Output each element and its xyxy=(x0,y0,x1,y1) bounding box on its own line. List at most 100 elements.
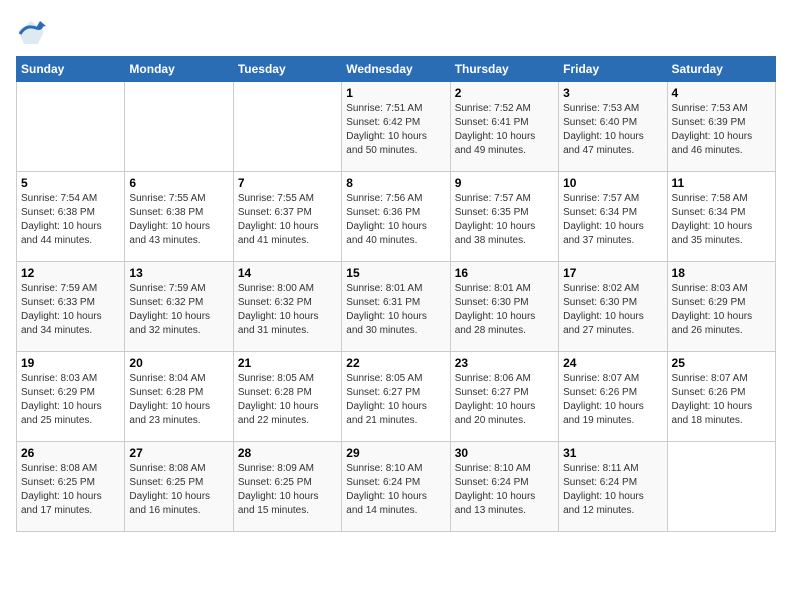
day-number: 10 xyxy=(563,176,662,190)
day-info: Sunrise: 8:08 AM Sunset: 6:25 PM Dayligh… xyxy=(21,462,120,518)
calendar-cell: 23 Sunrise: 8:06 AM Sunset: 6:27 PM Dayli… xyxy=(450,352,558,442)
day-info: Sunrise: 8:07 AM Sunset: 6:26 PM Dayligh… xyxy=(672,372,771,428)
day-number: 14 xyxy=(238,266,337,280)
day-number: 1 xyxy=(346,86,445,100)
day-info: Sunrise: 8:05 AM Sunset: 6:28 PM Dayligh… xyxy=(238,372,337,428)
calendar-cell: 26 Sunrise: 8:08 AM Sunset: 6:25 PM Dayli… xyxy=(17,442,125,532)
calendar-cell: 28Sunrise: 8:09 AM Sunset: 6:25 PM Dayli… xyxy=(233,442,341,532)
day-number: 23 xyxy=(455,356,554,370)
day-number: 13 xyxy=(129,266,228,280)
day-number: 2 xyxy=(455,86,554,100)
day-info: Sunrise: 7:53 AM Sunset: 6:39 PM Dayligh… xyxy=(672,102,771,158)
day-info: Sunrise: 8:10 AM Sunset: 6:24 PM Dayligh… xyxy=(346,462,445,518)
day-info: Sunrise: 7:58 AM Sunset: 6:34 PM Dayligh… xyxy=(672,192,771,248)
day-number: 4 xyxy=(672,86,771,100)
day-number: 25 xyxy=(672,356,771,370)
day-number: 3 xyxy=(563,86,662,100)
day-number: 22 xyxy=(346,356,445,370)
calendar-cell: 13 Sunrise: 7:59 AM Sunset: 6:32 PM Dayli… xyxy=(125,262,233,352)
day-info: Sunrise: 8:03 AM Sunset: 6:29 PM Dayligh… xyxy=(672,282,771,338)
day-number: 29 xyxy=(346,446,445,460)
day-info: Sunrise: 7:51 AM Sunset: 6:42 PM Dayligh… xyxy=(346,102,445,158)
day-number: 20 xyxy=(129,356,228,370)
day-number: 17 xyxy=(563,266,662,280)
calendar-cell xyxy=(233,82,341,172)
day-number: 19 xyxy=(21,356,120,370)
day-number: 31 xyxy=(563,446,662,460)
day-info: Sunrise: 7:55 AM Sunset: 6:37 PM Dayligh… xyxy=(238,192,337,248)
day-info: Sunrise: 7:54 AM Sunset: 6:38 PM Dayligh… xyxy=(21,192,120,248)
calendar-cell: 1 Sunrise: 7:51 AM Sunset: 6:42 PM Daylig… xyxy=(342,82,450,172)
calendar-week-row: 12 Sunrise: 7:59 AM Sunset: 6:33 PM Dayli… xyxy=(17,262,776,352)
day-number: 9 xyxy=(455,176,554,190)
calendar-header: SundayMondayTuesdayWednesdayThursdayFrid… xyxy=(17,57,776,82)
calendar-cell: 19 Sunrise: 8:03 AM Sunset: 6:29 PM Dayli… xyxy=(17,352,125,442)
calendar-cell: 12 Sunrise: 7:59 AM Sunset: 6:33 PM Dayli… xyxy=(17,262,125,352)
day-of-week-header: Monday xyxy=(125,57,233,82)
day-number: 24 xyxy=(563,356,662,370)
day-info: Sunrise: 7:57 AM Sunset: 6:34 PM Dayligh… xyxy=(563,192,662,248)
day-number: 8 xyxy=(346,176,445,190)
day-number: 27 xyxy=(129,446,228,460)
day-number: 30 xyxy=(455,446,554,460)
calendar-cell: 22 Sunrise: 8:05 AM Sunset: 6:27 PM Dayli… xyxy=(342,352,450,442)
day-info: Sunrise: 8:08 AM Sunset: 6:25 PM Dayligh… xyxy=(129,462,228,518)
day-info: Sunrise: 7:56 AM Sunset: 6:36 PM Dayligh… xyxy=(346,192,445,248)
calendar-cell: 6 Sunrise: 7:55 AM Sunset: 6:38 PM Daylig… xyxy=(125,172,233,262)
day-number: 12 xyxy=(21,266,120,280)
calendar-cell: 4 Sunrise: 7:53 AM Sunset: 6:39 PM Daylig… xyxy=(667,82,775,172)
calendar-cell: 20Sunrise: 8:04 AM Sunset: 6:28 PM Dayli… xyxy=(125,352,233,442)
day-info: Sunrise: 8:01 AM Sunset: 6:30 PM Dayligh… xyxy=(455,282,554,338)
day-of-week-header: Thursday xyxy=(450,57,558,82)
day-info: Sunrise: 7:55 AM Sunset: 6:38 PM Dayligh… xyxy=(129,192,228,248)
day-number: 18 xyxy=(672,266,771,280)
calendar-cell: 14 Sunrise: 8:00 AM Sunset: 6:32 PM Dayli… xyxy=(233,262,341,352)
logo-icon xyxy=(16,16,46,46)
calendar-cell: 27 Sunrise: 8:08 AM Sunset: 6:25 PM Dayli… xyxy=(125,442,233,532)
calendar-cell: 17 Sunrise: 8:02 AM Sunset: 6:30 PM Dayli… xyxy=(559,262,667,352)
day-number: 5 xyxy=(21,176,120,190)
calendar-cell: 24 Sunrise: 8:07 AM Sunset: 6:26 PM Dayli… xyxy=(559,352,667,442)
calendar-body: 1 Sunrise: 7:51 AM Sunset: 6:42 PM Daylig… xyxy=(17,82,776,532)
calendar-cell: 7Sunrise: 7:55 AM Sunset: 6:37 PM Daylig… xyxy=(233,172,341,262)
day-number: 11 xyxy=(672,176,771,190)
day-info: Sunrise: 8:03 AM Sunset: 6:29 PM Dayligh… xyxy=(21,372,120,428)
day-info: Sunrise: 8:07 AM Sunset: 6:26 PM Dayligh… xyxy=(563,372,662,428)
calendar-cell: 15 Sunrise: 8:01 AM Sunset: 6:31 PM Dayli… xyxy=(342,262,450,352)
calendar-week-row: 1 Sunrise: 7:51 AM Sunset: 6:42 PM Daylig… xyxy=(17,82,776,172)
page-header xyxy=(16,16,776,46)
calendar-cell: 10 Sunrise: 7:57 AM Sunset: 6:34 PM Dayli… xyxy=(559,172,667,262)
calendar-cell: 30 Sunrise: 8:10 AM Sunset: 6:24 PM Dayli… xyxy=(450,442,558,532)
calendar-cell xyxy=(667,442,775,532)
day-info: Sunrise: 8:02 AM Sunset: 6:30 PM Dayligh… xyxy=(563,282,662,338)
day-info: Sunrise: 8:11 AM Sunset: 6:24 PM Dayligh… xyxy=(563,462,662,518)
calendar-table: SundayMondayTuesdayWednesdayThursdayFrid… xyxy=(16,56,776,532)
calendar-week-row: 19 Sunrise: 8:03 AM Sunset: 6:29 PM Dayli… xyxy=(17,352,776,442)
day-info: Sunrise: 8:10 AM Sunset: 6:24 PM Dayligh… xyxy=(455,462,554,518)
day-number: 26 xyxy=(21,446,120,460)
day-info: Sunrise: 7:59 AM Sunset: 6:33 PM Dayligh… xyxy=(21,282,120,338)
calendar-cell: 21 Sunrise: 8:05 AM Sunset: 6:28 PM Dayli… xyxy=(233,352,341,442)
day-number: 21 xyxy=(238,356,337,370)
day-info: Sunrise: 7:53 AM Sunset: 6:40 PM Dayligh… xyxy=(563,102,662,158)
day-info: Sunrise: 8:01 AM Sunset: 6:31 PM Dayligh… xyxy=(346,282,445,338)
day-number: 15 xyxy=(346,266,445,280)
day-of-week-header: Wednesday xyxy=(342,57,450,82)
day-info: Sunrise: 8:00 AM Sunset: 6:32 PM Dayligh… xyxy=(238,282,337,338)
calendar-cell xyxy=(125,82,233,172)
calendar-cell: 31 Sunrise: 8:11 AM Sunset: 6:24 PM Dayli… xyxy=(559,442,667,532)
day-info: Sunrise: 8:05 AM Sunset: 6:27 PM Dayligh… xyxy=(346,372,445,428)
calendar-cell: 9Sunrise: 7:57 AM Sunset: 6:35 PM Daylig… xyxy=(450,172,558,262)
day-of-week-header: Friday xyxy=(559,57,667,82)
calendar-cell: 8 Sunrise: 7:56 AM Sunset: 6:36 PM Daylig… xyxy=(342,172,450,262)
day-info: Sunrise: 8:09 AM Sunset: 6:25 PM Dayligh… xyxy=(238,462,337,518)
calendar-cell: 5 Sunrise: 7:54 AM Sunset: 6:38 PM Daylig… xyxy=(17,172,125,262)
day-info: Sunrise: 7:52 AM Sunset: 6:41 PM Dayligh… xyxy=(455,102,554,158)
day-of-week-header: Tuesday xyxy=(233,57,341,82)
calendar-cell: 18 Sunrise: 8:03 AM Sunset: 6:29 PM Dayli… xyxy=(667,262,775,352)
day-info: Sunrise: 8:06 AM Sunset: 6:27 PM Dayligh… xyxy=(455,372,554,428)
day-of-week-header: Sunday xyxy=(17,57,125,82)
calendar-cell: 11 Sunrise: 7:58 AM Sunset: 6:34 PM Dayli… xyxy=(667,172,775,262)
day-info: Sunrise: 7:59 AM Sunset: 6:32 PM Dayligh… xyxy=(129,282,228,338)
day-number: 6 xyxy=(129,176,228,190)
